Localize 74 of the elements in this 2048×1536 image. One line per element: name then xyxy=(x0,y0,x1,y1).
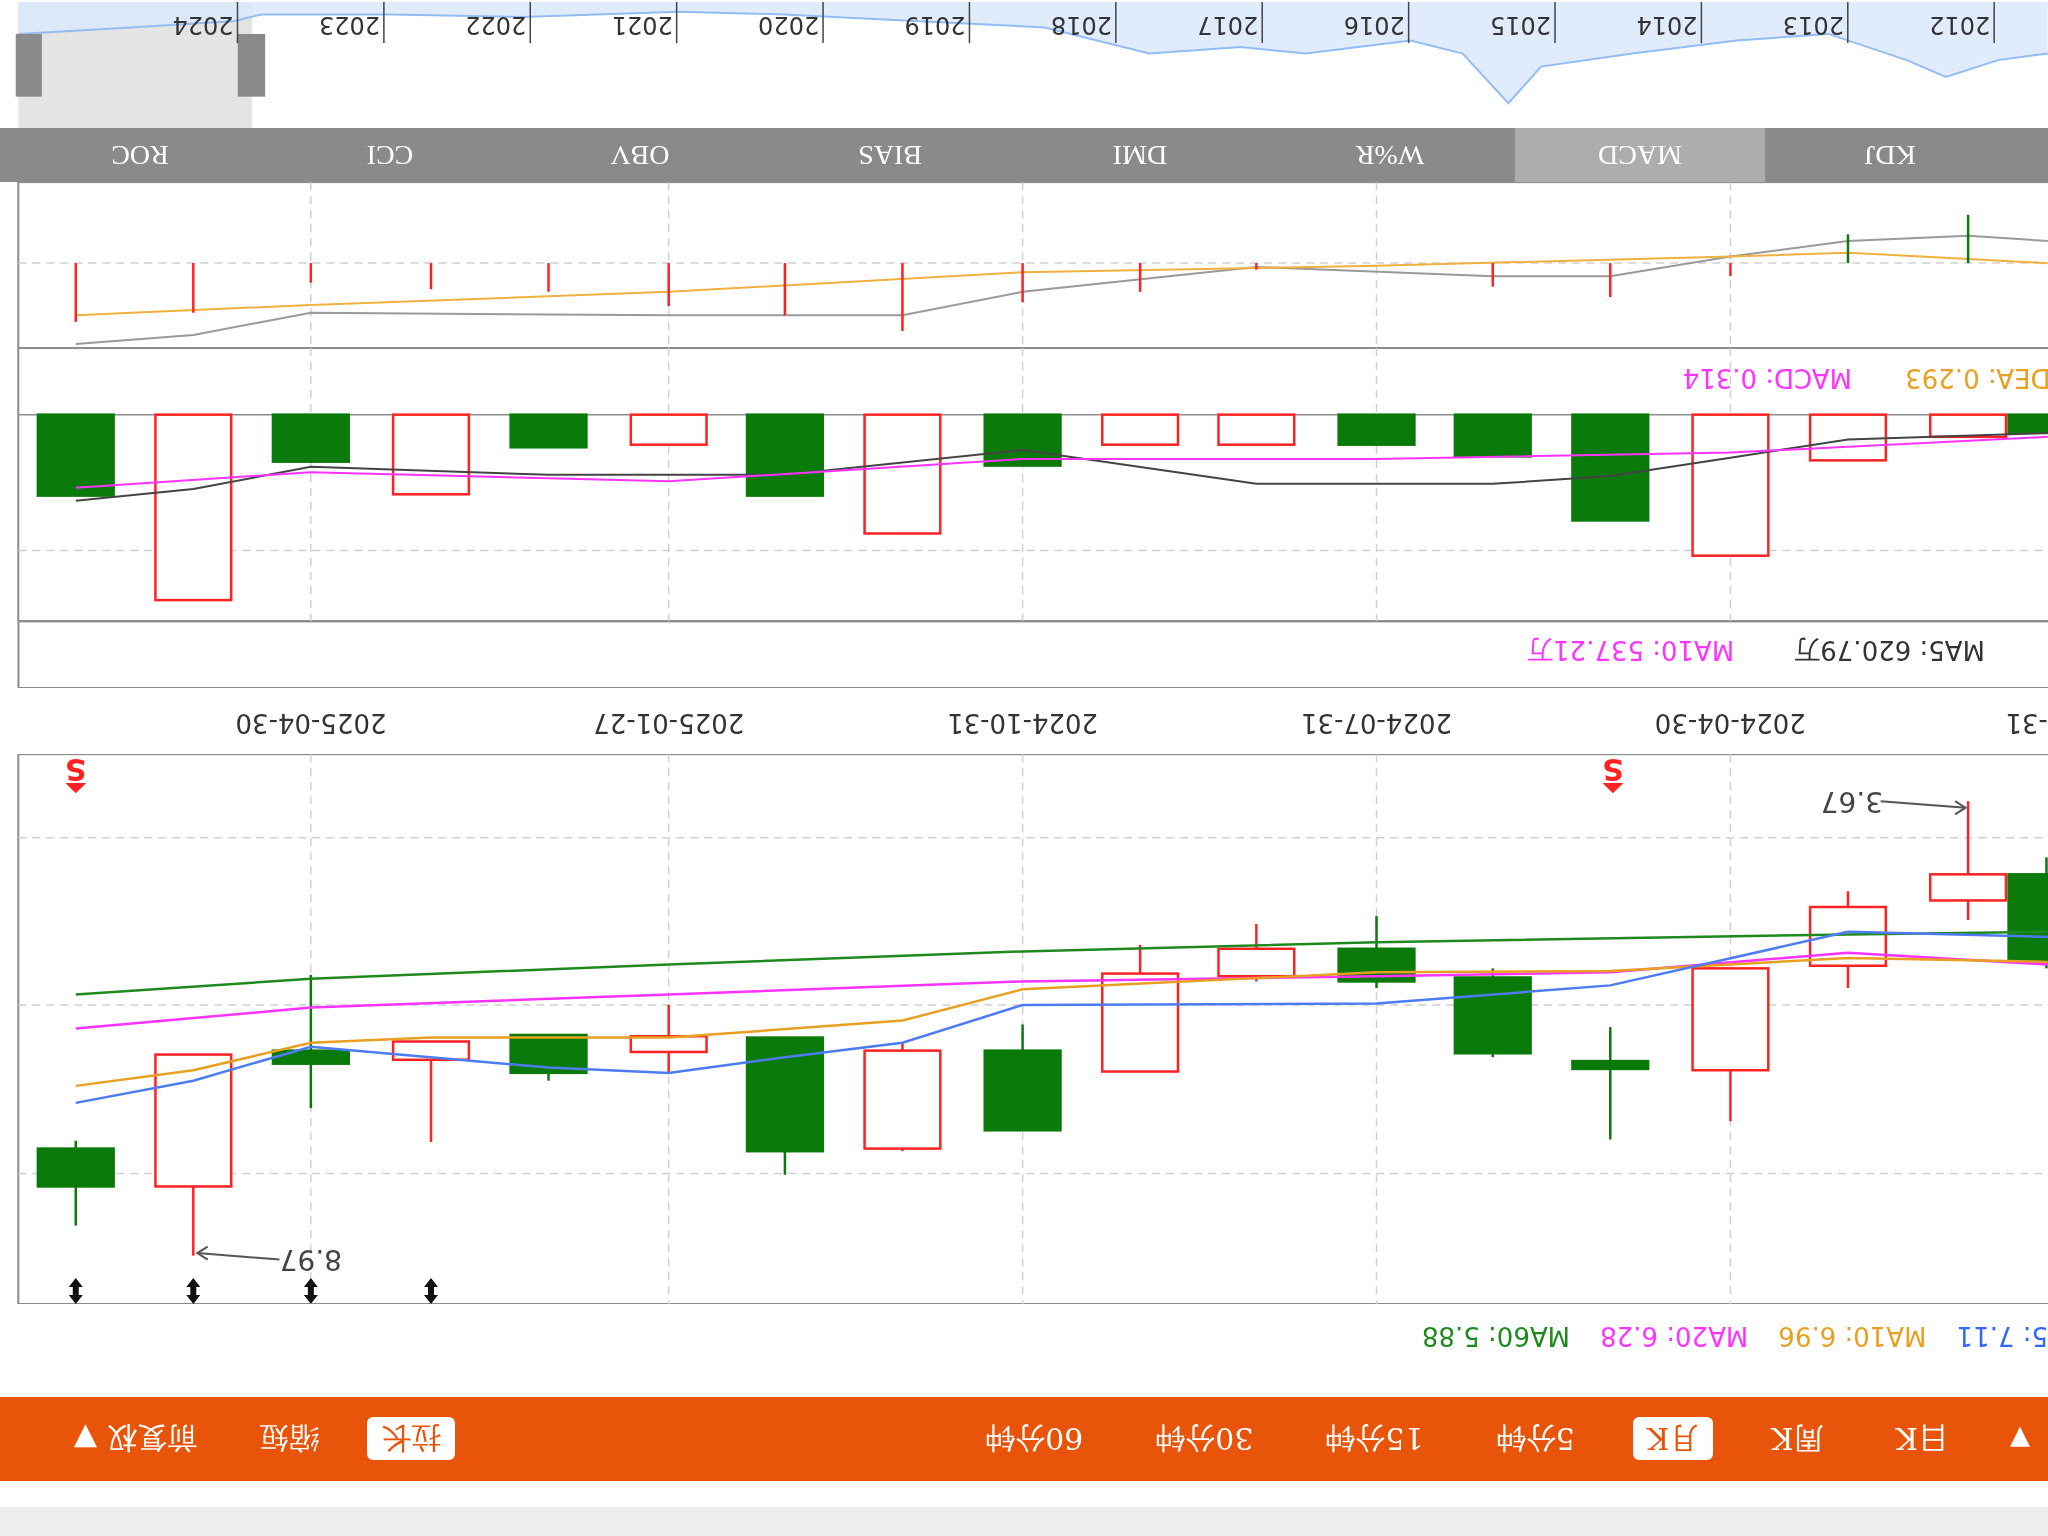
indicator-tick xyxy=(1609,263,1612,298)
adjust-dropdown[interactable]: 前复权 ▼ xyxy=(60,1417,211,1461)
indicator-tick xyxy=(309,263,313,283)
indicator-tick xyxy=(1846,234,1850,264)
year-label: 2013 xyxy=(1782,11,1844,39)
legend-label: MA20: 6.28 xyxy=(1600,1320,1749,1353)
indicator-tab[interactable]: KDJ xyxy=(1765,128,2015,183)
indicator-tab[interactable]: OBV xyxy=(515,128,765,183)
period-tab[interactable]: 日K xyxy=(1881,1417,1962,1461)
arrow-icon xyxy=(65,782,87,794)
period-tab[interactable]: 周K xyxy=(1757,1417,1838,1461)
date-label: 2025-04-30 xyxy=(235,707,387,738)
date-label: 2025-01-27 xyxy=(593,707,745,738)
legend-label: 5: 7.11 xyxy=(1956,1320,2048,1353)
signal-label: S xyxy=(64,754,87,788)
legend-label: MACD: 0.314 xyxy=(1682,363,1852,394)
indicator-tick xyxy=(1255,263,1258,270)
period-tab[interactable]: 15分钟 xyxy=(1311,1417,1438,1461)
indicator-tab[interactable]: ROC xyxy=(15,128,265,183)
indicator-tick xyxy=(429,263,433,290)
indicator-tick xyxy=(1966,214,1970,264)
year-label: 2022 xyxy=(465,11,527,39)
indicator-tab[interactable]: BIAS xyxy=(765,128,1015,183)
range-handle xyxy=(237,34,266,97)
period-tab[interactable]: 30分钟 xyxy=(1141,1417,1268,1461)
year-label: 2018 xyxy=(1050,11,1112,39)
year-label: 2023 xyxy=(318,11,380,39)
indicator-tick xyxy=(901,263,904,332)
period-tab[interactable]: 月K xyxy=(1632,1417,1714,1461)
year-label: 2014 xyxy=(1636,11,1698,39)
indicator-tick xyxy=(192,263,195,313)
indicator-tick xyxy=(1491,263,1494,287)
indicator-tick xyxy=(74,263,77,322)
indicator-tab[interactable]: CCI xyxy=(265,128,515,183)
indicator-tick xyxy=(783,263,787,316)
legend-label: DEA: 0.293 xyxy=(1905,363,2048,394)
indicator-tick xyxy=(1138,263,1142,292)
zoom-button[interactable]: 拉长 xyxy=(366,1417,455,1461)
indicator-tick xyxy=(667,263,670,307)
year-label: 2016 xyxy=(1343,11,1405,39)
date-label: 2024-04-30 xyxy=(1654,707,1806,738)
year-label: 2020 xyxy=(758,11,820,39)
year-label: 2012 xyxy=(1929,11,1991,39)
date-label: 2024-07-31 xyxy=(1300,707,1452,738)
indicator-tick xyxy=(1729,263,1732,277)
period-tab[interactable]: 5分钟 xyxy=(1481,1417,1589,1461)
indicator-tab[interactable]: W%R xyxy=(1265,128,1515,183)
dropdown-caret[interactable]: ▼ xyxy=(2002,1419,2038,1459)
double-arrow-icon xyxy=(424,1277,438,1304)
indicator-tick xyxy=(1021,263,1024,303)
price-annotation: 8.97 xyxy=(279,1243,342,1277)
range-handle xyxy=(15,34,42,97)
year-label: 2015 xyxy=(1490,11,1552,39)
price-annotation: 3.67 xyxy=(1820,784,1884,818)
indicator-tab[interactable]: MACD xyxy=(1515,128,1765,183)
double-arrow-icon xyxy=(303,1277,318,1304)
double-arrow-icon xyxy=(68,1277,83,1304)
arrow-icon xyxy=(1602,782,1624,794)
legend-label: MA5: 620.79万 xyxy=(1794,634,1985,665)
zoom-button[interactable]: 缩短 xyxy=(244,1417,333,1461)
legend-label: MA10: 6.96 xyxy=(1778,1320,1927,1353)
legend-label: MA10: 537.21万 xyxy=(1527,634,1735,665)
double-arrow-icon xyxy=(186,1277,201,1304)
year-label: 2021 xyxy=(611,11,673,39)
signal-label: S xyxy=(1602,754,1624,788)
year-label: 2024 xyxy=(172,11,234,39)
year-label: 2019 xyxy=(904,11,966,39)
period-tab[interactable]: 60分钟 xyxy=(971,1417,1098,1461)
date-label: 2024-10-31 xyxy=(947,707,1099,738)
legend-label: MA60: 5.88 xyxy=(1421,1320,1571,1353)
indicator-tab[interactable]: DMI xyxy=(1015,128,1265,183)
year-label: 2017 xyxy=(1197,11,1259,39)
date-label: -31 xyxy=(2005,707,2048,738)
indicator-tick xyxy=(547,263,550,292)
